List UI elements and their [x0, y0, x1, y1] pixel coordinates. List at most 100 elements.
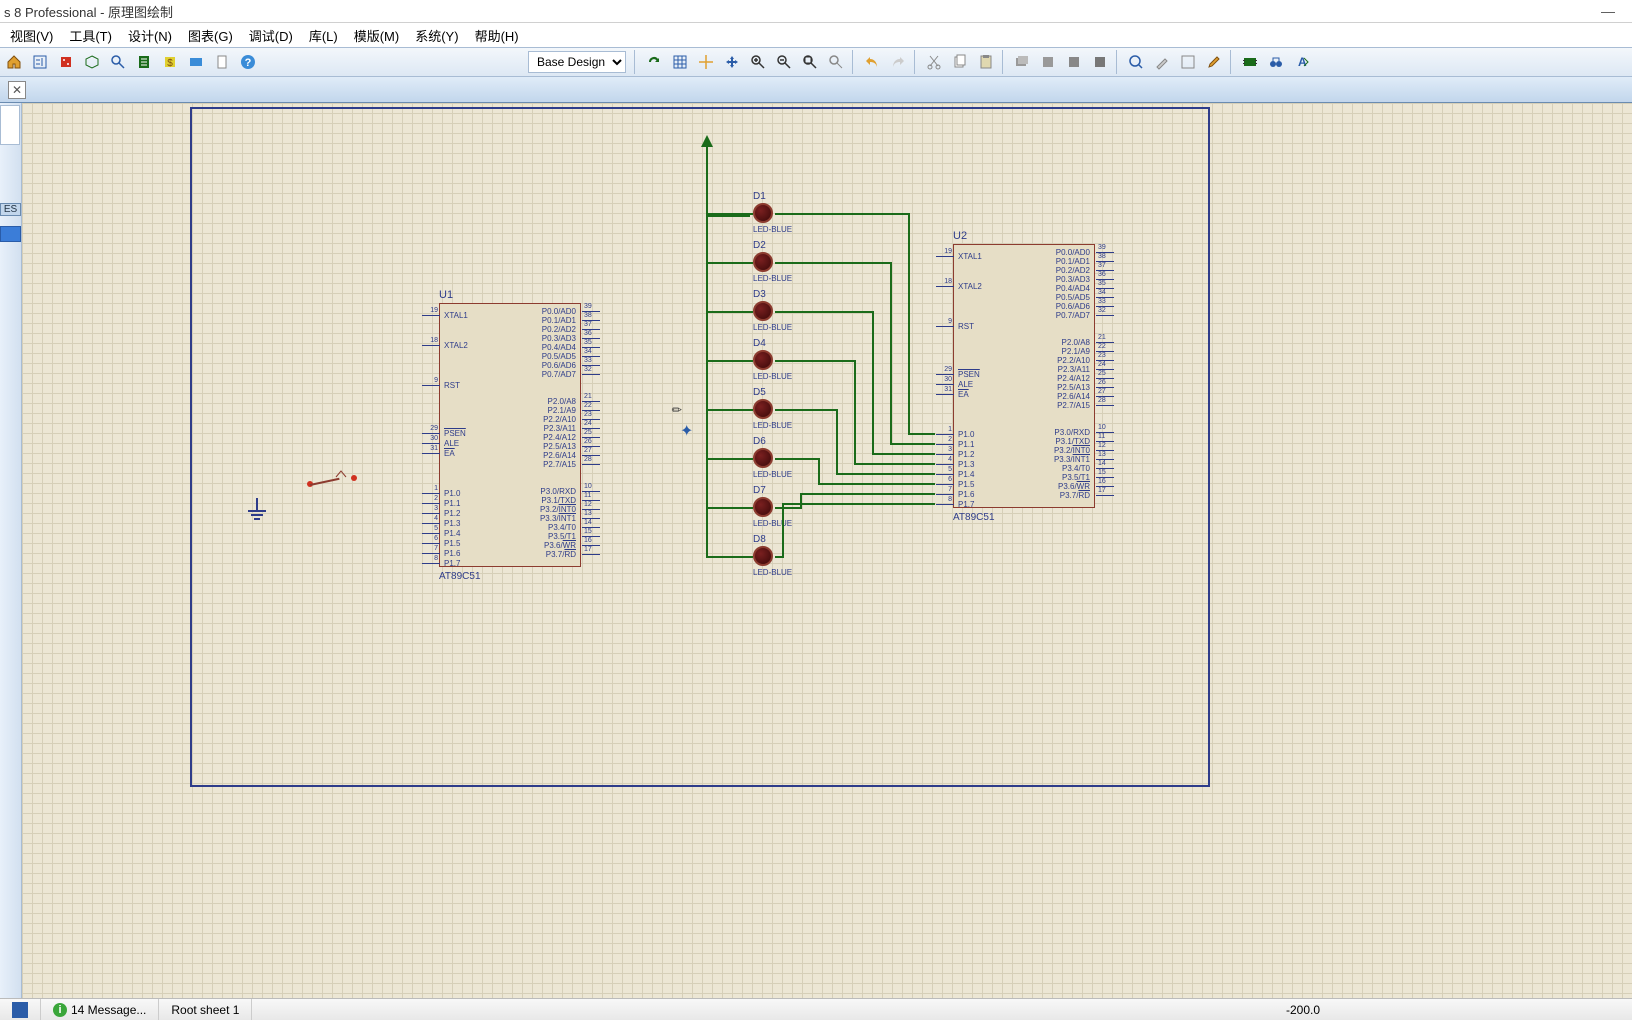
menu-view[interactable]: 视图(V): [2, 24, 61, 47]
wire: [775, 507, 800, 509]
text-fix-icon[interactable]: A: [1290, 50, 1314, 74]
menu-design[interactable]: 设计(N): [120, 24, 180, 47]
menu-system[interactable]: 系统(Y): [407, 24, 466, 47]
zoom-area-icon[interactable]: [824, 50, 848, 74]
led-refdes[interactable]: D2: [753, 240, 766, 251]
led-component[interactable]: [753, 252, 773, 272]
led-value: LED-BLUE: [753, 470, 792, 479]
pcb-icon[interactable]: [54, 50, 78, 74]
svg-text:$: $: [167, 58, 173, 69]
led-refdes[interactable]: D8: [753, 534, 766, 545]
menu-chart[interactable]: 图表(G): [180, 24, 241, 47]
cut-icon[interactable]: [922, 50, 946, 74]
copy-icon[interactable]: [948, 50, 972, 74]
3d-icon[interactable]: [80, 50, 104, 74]
redo-icon[interactable]: [886, 50, 910, 74]
led-component[interactable]: [753, 546, 773, 566]
ground-symbol[interactable]: [247, 498, 267, 520]
paste-icon[interactable]: [974, 50, 998, 74]
svg-text:?: ?: [245, 57, 252, 69]
zoom-out-icon[interactable]: [772, 50, 796, 74]
status-sheet[interactable]: Root sheet 1: [159, 999, 252, 1020]
wire: [890, 262, 892, 445]
menu-debug[interactable]: 调试(D): [241, 24, 301, 47]
u1-chip[interactable]: 19XTAL118XTAL29RST29PSEN30ALE31EA1P1.02P…: [439, 303, 581, 567]
led-component[interactable]: [753, 448, 773, 468]
property-icon[interactable]: [1150, 50, 1174, 74]
sidebar-selected-item[interactable]: [0, 226, 21, 242]
wire: [706, 215, 750, 217]
pan-icon[interactable]: [720, 50, 744, 74]
pencil-icon[interactable]: [1202, 50, 1226, 74]
binoculars-icon[interactable]: [1264, 50, 1288, 74]
power-vcc[interactable]: [701, 135, 713, 147]
wire: [818, 458, 820, 485]
menubar: 视图(V) 工具(T) 设计(N) 图表(G) 调试(D) 库(L) 模版(M)…: [0, 23, 1632, 47]
wire: [818, 483, 935, 485]
undo-icon[interactable]: [860, 50, 884, 74]
led-component[interactable]: [753, 301, 773, 321]
design-selector[interactable]: Base Design: [528, 51, 626, 73]
svg-text:A: A: [1298, 55, 1307, 69]
vhdl-icon[interactable]: [184, 50, 208, 74]
help-icon[interactable]: ?: [236, 50, 260, 74]
schematic-canvas[interactable]: U1 19XTAL118XTAL29RST29PSEN30ALE31EA1P1.…: [22, 103, 1632, 998]
led-refdes[interactable]: D5: [753, 387, 766, 398]
led-refdes[interactable]: D6: [753, 436, 766, 447]
status-messages[interactable]: i14 Message...: [41, 999, 159, 1020]
wire: [800, 493, 935, 495]
wire: [890, 443, 935, 445]
sidebar: ES: [0, 103, 22, 998]
block-rotate-icon[interactable]: [1062, 50, 1086, 74]
menu-tool[interactable]: 工具(T): [61, 24, 120, 47]
sidebar-preview[interactable]: [0, 105, 20, 145]
switch-symbol[interactable]: [307, 475, 357, 491]
led-refdes[interactable]: D7: [753, 485, 766, 496]
led-refdes[interactable]: D3: [753, 289, 766, 300]
design-explorer-icon[interactable]: [1176, 50, 1200, 74]
u2-refdes[interactable]: U2: [953, 230, 967, 242]
wire: [782, 503, 935, 505]
wire: [706, 409, 753, 411]
menu-template[interactable]: 模版(M): [346, 24, 408, 47]
wire: [908, 433, 935, 435]
zoom-fit-icon[interactable]: [798, 50, 822, 74]
wire: [775, 360, 854, 362]
refresh-icon[interactable]: [642, 50, 666, 74]
home-icon[interactable]: [2, 50, 26, 74]
schematic-icon[interactable]: [28, 50, 52, 74]
status-play[interactable]: [0, 999, 41, 1020]
menu-library[interactable]: 库(L): [301, 24, 346, 47]
zoom-in-icon[interactable]: [746, 50, 770, 74]
wire: [836, 473, 935, 475]
tab-close-button[interactable]: ✕: [8, 81, 26, 99]
block-delete-icon[interactable]: [1088, 50, 1112, 74]
wire: [775, 213, 908, 215]
find-icon[interactable]: [1124, 50, 1148, 74]
minimize-button[interactable]: —: [1588, 1, 1628, 21]
bom-icon[interactable]: [132, 50, 156, 74]
led-component[interactable]: [753, 497, 773, 517]
led-refdes[interactable]: D4: [753, 338, 766, 349]
block-copy-icon[interactable]: [1010, 50, 1034, 74]
menu-help[interactable]: 帮助(H): [467, 24, 527, 47]
wire: [854, 463, 935, 465]
wire: [775, 556, 782, 558]
u2-chip[interactable]: 19XTAL118XTAL29RST29PSEN30ALE31EA1P1.02P…: [953, 244, 1095, 508]
document-icon[interactable]: [210, 50, 234, 74]
origin-icon[interactable]: [694, 50, 718, 74]
led-value: LED-BLUE: [753, 225, 792, 234]
u1-refdes[interactable]: U1: [439, 289, 453, 301]
block-move-icon[interactable]: [1036, 50, 1060, 74]
package-icon[interactable]: [1238, 50, 1262, 74]
led-component[interactable]: [753, 399, 773, 419]
led-component[interactable]: [753, 350, 773, 370]
grid-icon[interactable]: [668, 50, 692, 74]
currency-icon[interactable]: $: [158, 50, 182, 74]
led-value: LED-BLUE: [753, 274, 792, 283]
led-component[interactable]: [753, 203, 773, 223]
led-refdes[interactable]: D1: [753, 191, 766, 202]
search-icon[interactable]: [106, 50, 130, 74]
u1-value: AT89C51: [439, 571, 481, 582]
wire: [706, 262, 753, 264]
